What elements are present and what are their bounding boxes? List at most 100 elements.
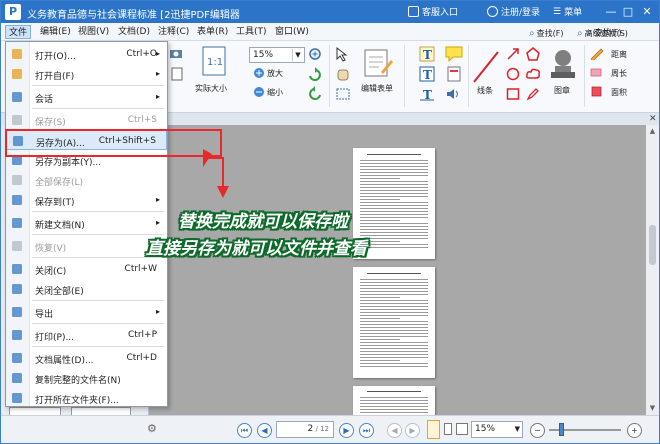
perimeter-label[interactable]: 周长 xyxy=(611,68,627,79)
menu-form[interactable]: 表单(R) xyxy=(194,25,231,39)
file-menu-item[interactable]: 打开自(F) ▸ xyxy=(6,64,167,84)
rectangle-shape-icon[interactable] xyxy=(506,87,520,104)
stamp-icon[interactable] xyxy=(547,47,579,84)
sound-icon[interactable] xyxy=(445,86,463,105)
forward-button[interactable]: ▶ xyxy=(405,423,420,438)
zoom-chevron-down-icon[interactable]: ▼ xyxy=(515,422,520,437)
line-tool-label[interactable]: 线条 xyxy=(477,85,493,96)
file-menu-item[interactable]: 保存到(T) ▸ xyxy=(6,190,167,210)
file-menu-item[interactable]: 保存(S) Ctrl+S xyxy=(6,110,167,130)
file-menu-item[interactable]: 打开(O)... Ctrl+O ▸ xyxy=(6,44,167,64)
login-link[interactable]: 注册/登录 xyxy=(487,5,540,18)
prev-page-button[interactable]: ◀ xyxy=(257,423,272,438)
file-menu-item[interactable]: 会话 ▸ xyxy=(6,87,167,107)
arrow-shape-icon[interactable] xyxy=(506,47,520,64)
menu-comment[interactable]: 注释(C) xyxy=(155,25,192,39)
menu-edit[interactable]: 编辑(E) xyxy=(37,25,74,39)
file-menu-item[interactable]: 恢复(V) xyxy=(6,236,167,256)
file-menu-item[interactable]: 打开所在文件夹(F)... xyxy=(6,388,167,408)
typewriter-icon[interactable]: T xyxy=(419,86,435,105)
page-text-line xyxy=(360,217,428,218)
zoom-plus-icon[interactable] xyxy=(253,67,265,82)
status-zoom-select[interactable]: 15% ▼ xyxy=(471,421,523,438)
page-icon[interactable] xyxy=(171,67,183,84)
customer-service-link[interactable]: 客服入口 xyxy=(408,5,458,18)
back-button[interactable]: ◀ xyxy=(387,423,402,438)
line-tool-icon[interactable] xyxy=(471,49,501,88)
single-page-view-icon[interactable] xyxy=(427,420,440,439)
actual-size-label[interactable]: 实际大小 xyxy=(195,83,227,94)
next-page-button[interactable]: ▶ xyxy=(339,423,354,438)
find-button-top[interactable]: ⌕ 查找(F) xyxy=(529,28,563,39)
file-menu-item[interactable]: 新建文档(N) ▸ xyxy=(6,213,167,233)
page-text-line xyxy=(360,336,428,337)
svg-text:T: T xyxy=(423,48,432,62)
maximize-button[interactable]: □ xyxy=(620,4,636,20)
circle-shape-icon[interactable] xyxy=(506,67,520,84)
vertical-scrollbar[interactable]: ▲ ▼ xyxy=(646,125,659,415)
zoom-minus-icon[interactable] xyxy=(253,86,265,101)
scrollbar-thumb[interactable] xyxy=(649,225,656,265)
polygon-shape-icon[interactable] xyxy=(526,47,540,64)
actual-size-icon[interactable]: 1:1 xyxy=(202,46,226,79)
main-menu-button[interactable]: ☰ 菜单 xyxy=(553,5,582,19)
zoom-select[interactable]: 15% ▼ xyxy=(249,47,305,63)
close-window-button[interactable]: ✕ xyxy=(639,4,655,20)
rotate-icon[interactable] xyxy=(307,67,323,86)
continuous-view-icon[interactable] xyxy=(444,423,452,435)
file-menu-item[interactable]: 打印(P)... Ctrl+P xyxy=(6,325,167,345)
zoom-out-button[interactable]: − xyxy=(530,423,545,438)
text-tool-icon[interactable]: T xyxy=(419,46,435,65)
edit-form-icon[interactable] xyxy=(363,48,393,81)
advanced-find-button[interactable]: ⌕ 高级查找(S) xyxy=(577,28,628,39)
menu-view[interactable]: 视图(V) xyxy=(75,25,112,39)
facing-view-icon[interactable] xyxy=(456,423,468,435)
menu-tools[interactable]: 工具(T) xyxy=(233,25,270,39)
menu-window[interactable]: 窗口(W) xyxy=(272,25,312,39)
pencil-shape-icon[interactable] xyxy=(526,87,540,104)
file-menu-item[interactable]: 关闭全部(E) xyxy=(6,279,167,299)
select-text-icon[interactable] xyxy=(335,46,353,65)
zoom-in-icon[interactable] xyxy=(308,47,324,66)
page-text-line xyxy=(360,172,428,173)
scroll-down-icon[interactable]: ▼ xyxy=(648,404,657,413)
edit-form-label[interactable]: 编辑表单 xyxy=(361,83,393,94)
file-menu-item[interactable]: 全部保存(L) xyxy=(6,170,167,190)
scroll-up-icon[interactable]: ▲ xyxy=(648,127,657,136)
file-menu-item[interactable]: 关闭(C) Ctrl+W xyxy=(6,259,167,279)
area-label[interactable]: 面积 xyxy=(611,87,627,98)
rotate-back-icon[interactable] xyxy=(307,86,323,105)
file-menu-item[interactable]: 复制完整的文件名(N) xyxy=(6,368,167,388)
chevron-down-icon[interactable]: ▼ xyxy=(292,49,303,61)
snapshot-icon[interactable] xyxy=(335,86,353,105)
attach-file-icon[interactable] xyxy=(445,66,463,85)
ruler-distance-icon[interactable] xyxy=(590,48,604,63)
stamp-label[interactable]: 图章 xyxy=(554,85,570,96)
first-page-button[interactable]: ⏮ xyxy=(237,423,252,438)
file-menu-item[interactable]: 导出 ▸ xyxy=(6,302,167,322)
sticky-note-icon[interactable] xyxy=(445,46,463,65)
menu-file[interactable]: 文件 xyxy=(5,25,32,39)
menu-document[interactable]: 文档(D) xyxy=(115,25,153,39)
zoom-in-label[interactable]: 放大 xyxy=(267,68,283,79)
last-page-button[interactable]: ⏭ xyxy=(359,423,374,438)
zoom-slider-handle[interactable] xyxy=(559,423,564,436)
file-menu-item[interactable]: 文档属性(D)... Ctrl+D xyxy=(6,348,167,368)
zoom-out-label[interactable]: 缩小 xyxy=(267,87,283,98)
cloud-shape-icon[interactable] xyxy=(526,67,540,84)
pdf-page[interactable] xyxy=(353,267,435,378)
hand-tool-icon[interactable] xyxy=(335,66,353,85)
zoom-in-button[interactable]: + xyxy=(627,423,642,438)
area-icon[interactable] xyxy=(590,85,604,100)
perimeter-icon[interactable] xyxy=(590,66,604,81)
settings-gear-icon[interactable]: ⚙ xyxy=(147,422,157,435)
pdf-page[interactable] xyxy=(353,386,435,415)
page-text-line xyxy=(360,306,428,307)
close-tab-icon[interactable]: ✕ xyxy=(649,114,657,124)
text-box-icon[interactable]: T xyxy=(419,66,435,85)
camera-icon[interactable] xyxy=(169,47,183,62)
minimize-button[interactable]: — xyxy=(603,4,619,20)
page-number-field[interactable]: 2 / 12 xyxy=(276,421,334,438)
distance-label[interactable]: 距离 xyxy=(611,49,627,60)
menu-separator xyxy=(32,234,164,235)
